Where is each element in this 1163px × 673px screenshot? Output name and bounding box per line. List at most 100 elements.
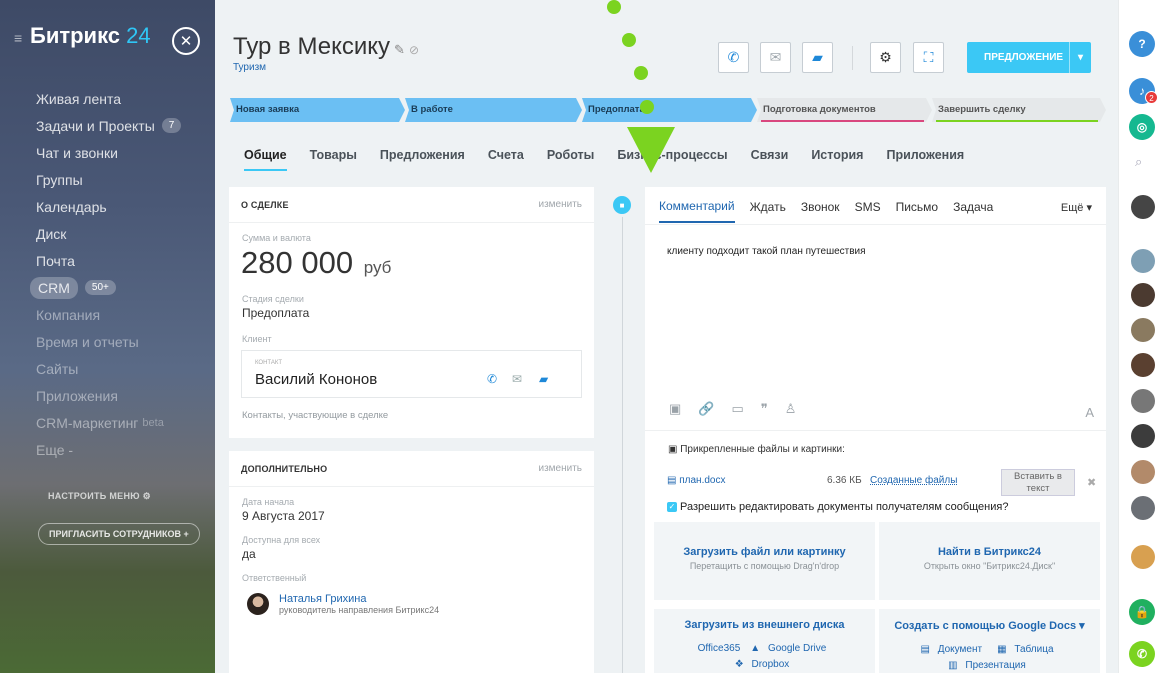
chat-icon[interactable]: ▰ (539, 372, 548, 386)
link-icon[interactable]: ⊘ (409, 43, 419, 57)
avatar[interactable] (1131, 353, 1155, 377)
sidebar-item-apps[interactable]: Приложения (36, 382, 206, 409)
avatar[interactable] (1131, 496, 1155, 520)
tab-invoices[interactable]: Счета (488, 148, 524, 171)
stage-documents[interactable]: Подготовка документов (757, 98, 932, 122)
google-slides-link[interactable]: ▥ Презентация (948, 660, 1031, 671)
proposal-button[interactable]: ПРЕДЛОЖЕНИЕ ▾ (967, 42, 1091, 73)
etab-call[interactable]: Звонок (801, 189, 840, 222)
logo[interactable]: Битрикс 24 (30, 23, 151, 49)
deal-card-change-link[interactable]: изменить (538, 199, 582, 210)
avatar[interactable] (1131, 318, 1155, 342)
etab-task[interactable]: Задача (953, 189, 993, 222)
stage-finish[interactable]: Завершить сделку (932, 98, 1106, 122)
avatar[interactable] (1131, 545, 1155, 569)
tab-apps[interactable]: Приложения (886, 148, 964, 171)
attach-image-icon[interactable]: ▣ (669, 401, 681, 417)
avatar[interactable] (1131, 460, 1155, 484)
link-icon[interactable]: 🔗 (698, 401, 714, 417)
tab-proposals[interactable]: Предложения (380, 148, 465, 171)
phone-icon[interactable]: ✆ (487, 372, 497, 386)
external-disk-box[interactable]: Загрузить из внешнего диска Office365 ▲ … (654, 609, 875, 673)
dropbox-link[interactable]: ❖ Dropbox (735, 659, 795, 670)
google-doc-link[interactable]: ▤ Документ (920, 644, 987, 655)
deal-category[interactable]: Туризм (233, 62, 266, 73)
avatar[interactable] (1131, 389, 1155, 413)
sidebar-item-sites[interactable]: Сайты (36, 355, 206, 382)
sidebar-item-mail[interactable]: Почта (36, 247, 206, 274)
sidebar-item-tasks[interactable]: Задачи и Проекты 7 (36, 112, 206, 139)
settings-button[interactable]: ⚙ (870, 42, 901, 73)
tab-links[interactable]: Связи (751, 148, 789, 171)
insert-in-text-button[interactable]: Вставить в текст (1001, 469, 1075, 496)
allow-edit-checkbox[interactable]: ✓ Разрешить редактировать документы получ… (667, 501, 1008, 513)
etab-more[interactable]: Ещё ▾ (1061, 190, 1092, 222)
chat-button[interactable]: ▰ (802, 42, 833, 73)
google-sheet-link[interactable]: ▦ Таблица (997, 644, 1058, 655)
sidebar-item-calendar[interactable]: Календарь (36, 193, 206, 220)
help-icon[interactable]: ? (1129, 31, 1155, 57)
upload-file-box[interactable]: Загрузить файл или картинку Перетащить с… (654, 522, 875, 600)
lock-icon[interactable]: 🔒 (1129, 599, 1155, 625)
access-value: да (242, 547, 256, 561)
avatar[interactable] (247, 593, 269, 615)
video-icon[interactable]: ▭ (731, 401, 743, 417)
sidebar-item-disk[interactable]: Диск (36, 220, 206, 247)
phone-icon[interactable]: ✆ (1129, 641, 1155, 667)
contact-name[interactable]: Василий Кононов (255, 371, 377, 388)
mail-button[interactable]: ✉ (760, 42, 791, 73)
etab-comment[interactable]: Комментарий (659, 188, 735, 223)
avatar[interactable] (1131, 195, 1155, 219)
sidebar-item-time[interactable]: Время и отчеты (36, 328, 206, 355)
etab-mail[interactable]: Письмо (896, 189, 939, 222)
avatar[interactable] (1131, 283, 1155, 307)
extra-card-change-link[interactable]: изменить (538, 463, 582, 474)
find-in-bitrix-box[interactable]: Найти в Битрикс24 Открыть окно "Битрикс2… (879, 522, 1100, 600)
sidebar-item-feed[interactable]: Живая лента (36, 85, 206, 112)
avatar[interactable] (1131, 424, 1155, 448)
file-row: ▤ план.docx 6.36 КБ Созданные файлы Вста… (667, 469, 1097, 499)
etab-wait[interactable]: Ждать (750, 189, 786, 222)
resp-name[interactable]: Наталья Грихина (279, 593, 439, 605)
font-icon[interactable]: A (1085, 405, 1094, 420)
chat-icon[interactable]: ◎ (1129, 114, 1155, 140)
sidebar-item-groups[interactable]: Группы (36, 166, 206, 193)
close-icon[interactable]: ✕ (172, 27, 200, 55)
tab-general[interactable]: Общие (244, 148, 287, 171)
setup-menu-link[interactable]: НАСТРОИТЬ МЕНЮ ⚙ (48, 491, 151, 502)
mail-icon[interactable]: ✉ (512, 372, 522, 386)
file-name[interactable]: ▤ план.docx (667, 475, 725, 486)
sidebar-item-crm-marketing[interactable]: CRM-маркетинг beta (36, 409, 206, 436)
tab-history[interactable]: История (811, 148, 863, 171)
sidebar-item-company[interactable]: Компания (36, 301, 206, 328)
office365-link[interactable]: Office365 (698, 643, 741, 654)
sidebar-item-chat[interactable]: Чат и звонки (36, 139, 206, 166)
sidebar-item-crm[interactable]: CRM 50+ (30, 274, 206, 301)
message-text[interactable]: клиенту подходит такой план путешествия (667, 246, 866, 257)
tab-products[interactable]: Товары (310, 148, 357, 171)
phone-button[interactable]: ✆ (718, 42, 749, 73)
quote-icon[interactable]: ❞ (761, 401, 768, 417)
deal-card-title: О СДЕЛКЕ (241, 199, 289, 210)
contacts-note[interactable]: Контакты, участвующие в сделке (242, 410, 594, 421)
tab-robots[interactable]: Роботы (547, 148, 595, 171)
invite-button[interactable]: ПРИГЛАСИТЬ СОТРУДНИКОВ + (38, 523, 200, 545)
expand-button[interactable]: ⛶ (913, 42, 944, 73)
avatar[interactable] (1131, 249, 1155, 273)
sidebar-item-more[interactable]: Еще - (36, 436, 206, 463)
pencil-icon[interactable]: ✎ (394, 42, 405, 57)
stage-new[interactable]: Новая заявка (230, 98, 405, 122)
google-docs-box[interactable]: Создать с помощью Google Docs ▾ ▤ Докуме… (879, 609, 1100, 673)
google-drive-link[interactable]: ▲ Google Drive (750, 643, 831, 654)
close-icon[interactable]: ✖ (1087, 476, 1096, 489)
stage-in-work[interactable]: В работе (405, 98, 582, 122)
chevron-down-icon[interactable]: ▾ (1069, 42, 1091, 73)
mention-icon[interactable]: ♙ (785, 401, 797, 417)
menu-icon[interactable]: ≡ (14, 30, 22, 46)
attach-header: ▣ Прикрепленные файлы и картинки: (668, 444, 845, 455)
etab-sms[interactable]: SMS (855, 189, 881, 222)
stage-prepayment[interactable]: Предоплата (582, 98, 757, 122)
search-icon[interactable]: ⌕ (1135, 154, 1142, 170)
start-value: 9 Августа 2017 (242, 509, 325, 523)
file-folder-link[interactable]: Созданные файлы (870, 475, 957, 486)
